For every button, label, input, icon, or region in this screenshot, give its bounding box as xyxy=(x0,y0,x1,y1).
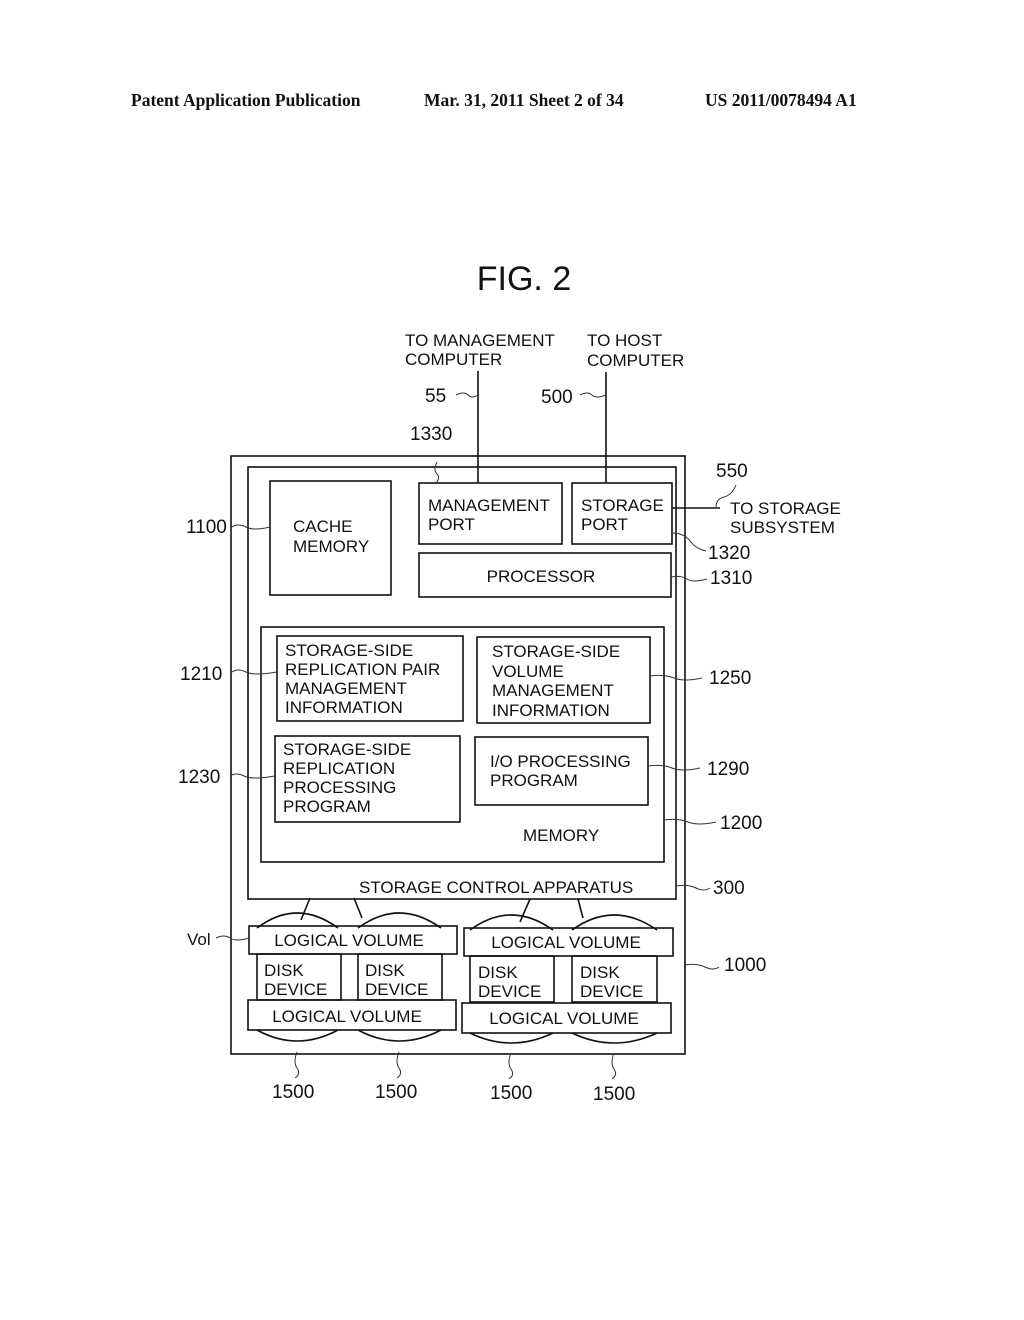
vol-mgmt-label-2: VOLUME xyxy=(492,662,564,681)
disk-2-label-2: DEVICE xyxy=(365,980,428,999)
ref-1500-2: 1500 xyxy=(375,1082,417,1103)
disk-3-label-2: DEVICE xyxy=(478,982,541,1001)
label-to-host-2: COMPUTER xyxy=(587,351,684,370)
ref-1500-1: 1500 xyxy=(272,1082,314,1103)
ref-1200: 1200 xyxy=(720,813,762,834)
mgmt-port-label-1: MANAGEMENT xyxy=(428,496,550,515)
ref-1330: 1330 xyxy=(410,424,452,445)
rep-pair-label-2: REPLICATION PAIR xyxy=(285,660,440,679)
label-to-storage-1: TO STORAGE xyxy=(730,499,841,518)
disk-2-label-1: DISK xyxy=(365,961,405,980)
figure-2-diagram: FIG. 2 TO MANAGEMENT COMPUTER TO HOST CO… xyxy=(178,260,841,1105)
storage-control-apparatus-label: STORAGE CONTROL APPARATUS xyxy=(359,878,633,897)
ref-1100: 1100 xyxy=(186,517,227,538)
disk-bottom-3 xyxy=(469,1032,554,1044)
memory-label: MEMORY xyxy=(523,826,599,845)
ref-vol: Vol xyxy=(187,930,211,949)
disk-4-label-2: DEVICE xyxy=(580,982,643,1001)
disk-4-label-1: DISK xyxy=(580,963,620,982)
rep-pair-label-3: MANAGEMENT xyxy=(285,679,407,698)
ref-1290: 1290 xyxy=(707,759,749,780)
label-to-mgmt-2: COMPUTER xyxy=(405,350,502,369)
rep-prog-label-1: STORAGE-SIDE xyxy=(283,740,411,759)
label-to-host-1: TO HOST xyxy=(587,331,662,350)
logical-volume-label-3: LOGICAL VOLUME xyxy=(272,1007,422,1026)
ref-1250: 1250 xyxy=(709,668,751,689)
rep-prog-label-3: PROCESSING xyxy=(283,778,396,797)
ref-1000: 1000 xyxy=(724,955,766,976)
ref-300: 300 xyxy=(713,878,745,899)
ref-1310: 1310 xyxy=(710,568,752,589)
logical-volume-label-4: LOGICAL VOLUME xyxy=(489,1009,639,1028)
ref-550: 550 xyxy=(716,461,748,482)
cache-memory-label-1: CACHE xyxy=(293,517,353,536)
ref-1500-3: 1500 xyxy=(490,1083,532,1104)
disk-3-label-1: DISK xyxy=(478,963,518,982)
ref-55: 55 xyxy=(425,386,446,407)
logical-volume-label-2: LOGICAL VOLUME xyxy=(491,933,641,952)
disk-bottom-1 xyxy=(256,1029,339,1042)
figure-title: FIG. 2 xyxy=(477,260,571,298)
disk-bottom-4 xyxy=(571,1032,658,1044)
ref-1230: 1230 xyxy=(178,767,220,788)
storage-port-label-1: STORAGE xyxy=(581,496,664,515)
cache-memory-label-2: MEMORY xyxy=(293,537,369,556)
io-prog-label-2: PROGRAM xyxy=(490,771,578,790)
rep-pair-label-4: INFORMATION xyxy=(285,698,403,717)
label-to-storage-2: SUBSYSTEM xyxy=(730,518,835,537)
ref-1500-4: 1500 xyxy=(593,1084,635,1105)
ref-1210: 1210 xyxy=(180,664,222,685)
rep-prog-label-4: PROGRAM xyxy=(283,797,371,816)
rep-pair-label-1: STORAGE-SIDE xyxy=(285,641,413,660)
ref-1320: 1320 xyxy=(708,543,750,564)
ref-500: 500 xyxy=(541,387,573,408)
vol-mgmt-label-3: MANAGEMENT xyxy=(492,681,614,700)
label-to-mgmt-1: TO MANAGEMENT xyxy=(405,331,555,350)
vol-mgmt-label-1: STORAGE-SIDE xyxy=(492,642,620,661)
io-prog-label-1: I/O PROCESSING xyxy=(490,752,631,771)
disk-1-label-1: DISK xyxy=(264,961,304,980)
processor-label: PROCESSOR xyxy=(487,567,596,586)
rep-prog-label-2: REPLICATION xyxy=(283,759,395,778)
disk-1-label-2: DEVICE xyxy=(264,980,327,999)
storage-port-label-2: PORT xyxy=(581,515,628,534)
vol-mgmt-label-4: INFORMATION xyxy=(492,701,610,720)
logical-volume-label-1: LOGICAL VOLUME xyxy=(274,931,424,950)
mgmt-port-label-2: PORT xyxy=(428,515,475,534)
disk-bottom-2 xyxy=(357,1029,442,1042)
